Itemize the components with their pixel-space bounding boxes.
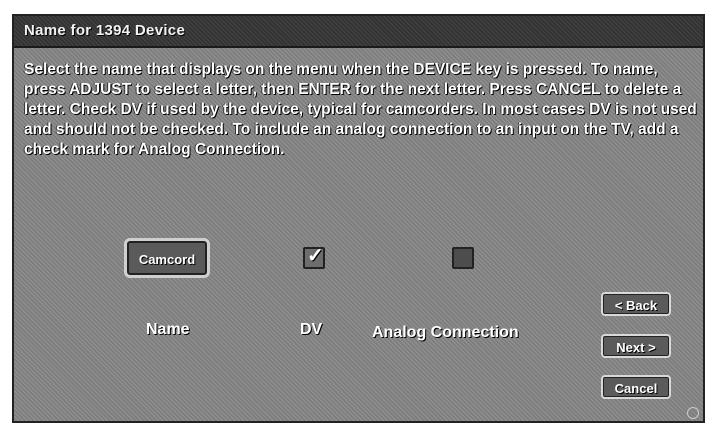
name-label: Name [146, 321, 190, 338]
copyright-icon [687, 407, 699, 419]
next-button-label: Next > [616, 340, 656, 355]
check-icon: ✓ [307, 245, 324, 267]
window-title: Name for 1394 Device [24, 22, 186, 39]
device-name-button[interactable]: Camcord [124, 238, 210, 278]
analog-connection-checkbox[interactable] [452, 247, 474, 269]
analog-connection-label: Analog Connection [372, 324, 519, 341]
dv-label: DV [300, 321, 323, 338]
title-bar: Name for 1394 Device [14, 16, 703, 48]
device-name-value: Camcord [138, 252, 196, 267]
dv-checkbox[interactable]: ✓ [303, 245, 325, 269]
back-button-label: < Back [614, 298, 658, 313]
cancel-button-label: Cancel [614, 381, 658, 396]
dialog-window: Name for 1394 Device Select the name tha… [12, 14, 705, 423]
back-button[interactable]: < Back [601, 292, 671, 316]
instructions-text: Select the name that displays on the men… [24, 61, 697, 158]
next-button[interactable]: Next > [601, 334, 671, 358]
cancel-button[interactable]: Cancel [601, 375, 671, 399]
